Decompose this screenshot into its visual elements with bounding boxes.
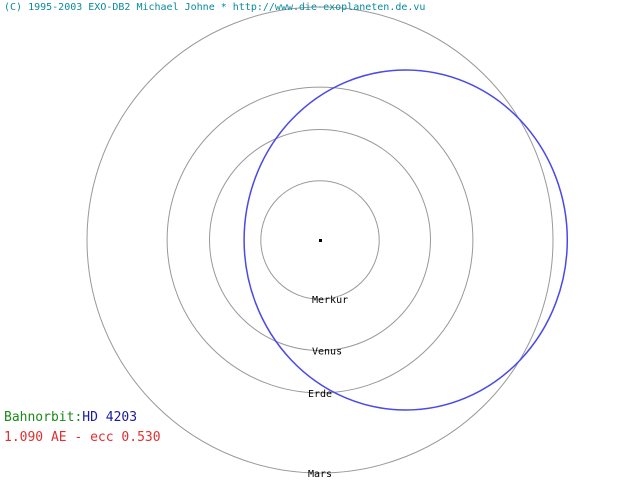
star-marker [319,239,322,242]
orbit-label-erde: Erde [308,389,332,400]
orbit-label-venus: Venus [312,347,342,358]
copyright-text: (C) 1995-2003 EXO-DB2 Michael Johne * ht… [4,2,426,13]
planet-title: Bahnorbit:HD 4203 [4,410,137,425]
orbit-diagram: Merkur Venus Erde Mars [86,6,569,480]
planet-name: HD 4203 [82,410,138,425]
eccentricity-value: ecc 0.530 [90,430,161,445]
semi-major-axis-value: 1.090 AE [4,430,67,445]
planet-orbit-ellipse [243,69,569,411]
params-separator: - [66,430,91,445]
orbit-label-prefix: Bahnorbit: [4,410,83,425]
planet-params: 1.090 AE - ecc 0.530 [4,430,161,445]
orbit-label-merkur: Merkur [312,295,348,306]
orbit-labels-group: Merkur Venus Erde Mars [308,295,348,480]
orbit-label-mars: Mars [308,469,332,480]
